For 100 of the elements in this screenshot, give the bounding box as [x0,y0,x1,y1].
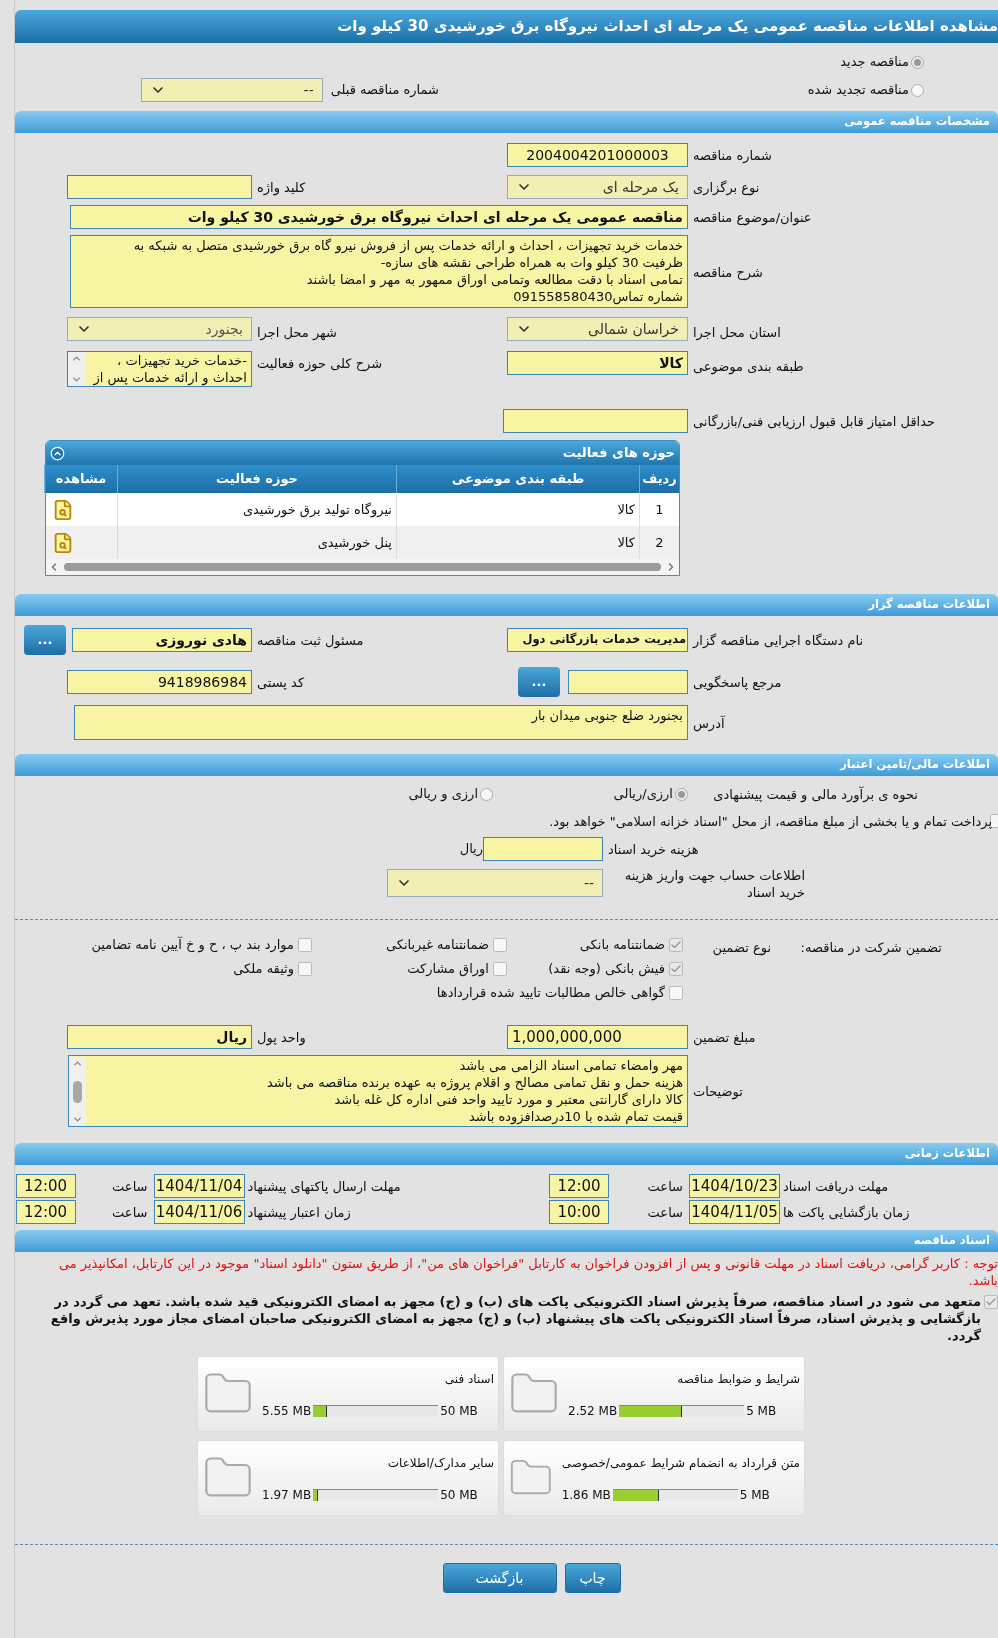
view-icon[interactable] [52,531,74,554]
date-field[interactable]: 1404/11/05 [689,1200,780,1224]
radio-button[interactable] [911,55,924,69]
file-limit: 5 MB [739,1487,770,1504]
field-label: مناقصه تجدید شده [807,81,909,100]
scroll-up-icon[interactable] [72,1058,83,1069]
scroll-thumb[interactable] [73,1080,82,1103]
field-label: ریال [459,840,483,859]
field-label: زمان اعتبار پیشنهاد [247,1205,351,1220]
checkbox[interactable] [984,1295,998,1309]
file-size: 2.52 MB [568,1403,618,1420]
section-header: اطلاعات مناقصه گزار [15,594,998,616]
field-label: فیش بانکی (وجه نقد) [548,959,665,979]
file-size: 1.86 MB [561,1487,611,1504]
account-dropdown[interactable]: -- [387,869,603,897]
description-field[interactable]: خدمات خرید تجهیزات ، احداث و ارائه خدمات پس از فروش نیرو گاه برق خورشیدی متصل به شبکه به ظرفیت 30 کیلو وات به همراه طراحی نقشه های سازه- تمامی اسناد با دقت مطالعه وتمامی اوراق ممهور به مهر و امضا باشند شماره تماس091558580430 [70,235,688,308]
checkbox[interactable] [298,961,312,976]
field-label: اوراق مشارکت [407,959,489,979]
category-field[interactable]: کالا [507,351,688,375]
scroll-down-icon[interactable] [72,1114,83,1125]
previous-tender-dropdown[interactable]: -- [140,78,323,102]
scroll-down-icon[interactable] [71,374,82,385]
activity-summary-field[interactable]: -خدمات خرید تجهیزات ، احداث و ارائه خدمات پس از [67,351,252,387]
field-label: اطلاعات حساب جهت واریز هزینه خرید اسناد [623,867,805,901]
section-header: اطلاعات مالی/تامین اعتبار [15,754,998,776]
horizontal-scrollbar[interactable] [46,559,679,575]
back-button[interactable]: بازگشت [442,1563,557,1593]
more-button[interactable]: ... [24,625,66,655]
tender-number-field[interactable]: 2004004201000003 [507,143,688,167]
more-button[interactable]: ... [518,667,560,697]
field-label: تضمین شرکت در مناقصه: [800,940,942,955]
notes-field[interactable]: مهر وامضاء تمامی اسناد الزامی می باشد هزینه حمل و نقل تمامی مصالح و اقلام پروژه به عهده برنده مناقصه می باشد کالا دارای گارانتی معتبر و مورد تایید واحد فنی اداره کل غله باشد قیمت تمام شده با 10درصدافزوده باشد [68,1055,688,1127]
document-fee-field[interactable] [483,837,603,861]
field-label: شرح مناقصه [693,264,763,280]
date-field[interactable]: 1404/10/23 [689,1174,780,1198]
scroll-up-icon[interactable] [71,353,82,364]
collapse-icon[interactable] [50,445,65,461]
field-label: طبقه بندی موضوعی [693,359,804,374]
print-button[interactable]: چاپ [564,1563,621,1593]
treasury-option-label: پرداخت تمام و یا بخشی از مبلغ مناقصه، از محل "اسناد خزانه اسلامی" خواهد بود. [549,813,992,831]
field-label: عنوان/موضوع مناقصه [693,210,812,225]
field-label: ساعت [647,1205,683,1220]
field-label: شماره مناقصه [693,148,772,163]
radio-button[interactable] [480,787,493,801]
file-limit: 5 MB [746,1403,777,1420]
file-name: متن قرارداد به انضمام شرایط عمومی/خصوصی [561,1455,800,1472]
holding-type-dropdown[interactable]: یک مرحله ای [507,175,688,199]
time-field[interactable]: 12:00 [15,1174,76,1198]
field-label: موارد بند پ ، ح و خ آیین نامه تضامین [91,935,294,955]
reference-field[interactable] [568,670,688,694]
field-label: ساعت [647,1179,683,1194]
postal-code-field[interactable]: 9418986984 [67,670,252,694]
agency-field[interactable]: مدیریت خدمات بازرگانی دول [507,628,688,652]
date-field[interactable]: 1404/11/06 [153,1200,245,1224]
checkbox[interactable] [669,961,683,976]
checkbox[interactable] [669,937,683,952]
field-label: آدرس [693,715,725,731]
field-label: واحد پول [257,1030,306,1045]
radio-button[interactable] [911,83,924,97]
checkbox[interactable] [298,937,312,952]
scrollbar[interactable] [69,1057,86,1126]
keyword-field[interactable] [67,175,252,199]
field-label: گواهی خالص مطالبات تایید شده قراردادها [436,983,665,1003]
city-dropdown[interactable]: بجنورد [67,317,252,341]
field-label: ضمانتنامه غیربانکی [385,935,489,954]
field-label: استان محل اجرا [693,325,781,340]
address-field[interactable]: بجنورد ضلع جنوبی میدان بار [74,705,688,740]
registrar-field[interactable]: هادی نوروزی [72,628,252,652]
min-score-field[interactable] [503,409,688,433]
file-size: 5.55 MB [262,1403,312,1420]
checkbox[interactable] [493,937,507,952]
radio-button[interactable] [675,787,688,801]
file-size: 1.97 MB [262,1487,312,1504]
checkbox[interactable] [669,985,683,1000]
time-field[interactable]: 10:00 [549,1200,609,1224]
currency-field[interactable]: ریال [67,1025,252,1049]
page-title: مشاهده اطلاعات مناقصه عمومی یک مرحله ای احداث نیروگاه برق خورشیدی 30 کیلو وات [15,10,998,43]
province-dropdown[interactable]: خراسان شمالی [507,317,688,341]
field-label: مبلغ تضمین [693,1030,756,1045]
section-header: اطلاعات زمانی [15,1143,998,1165]
field-label: کد پستی [257,675,305,690]
subject-field[interactable]: مناقصه عمومی یک مرحله ای احداث نیروگاه برق خورشیدی 30 کیلو وات [70,205,688,229]
field-label: ساعت [112,1205,148,1220]
field-label: ارزی و ریالی [408,785,478,804]
view-icon[interactable] [52,498,74,521]
field-label: شرح کلی حوزه فعالیت [257,356,383,371]
time-field[interactable]: 12:00 [15,1200,76,1224]
field-label: نحوه ی برآورد مالی و قیمت پیشنهادی [713,787,918,802]
date-field[interactable]: 1404/11/04 [153,1174,245,1198]
file-limit: 50 MB [440,1487,478,1504]
time-field[interactable]: 12:00 [549,1174,609,1198]
section-header: اسناد مناقصه [15,1230,998,1252]
field-label: مسئول ثبت مناقصه [257,633,364,648]
field-label: نام دستگاه اجرایی مناقصه گزار [693,633,864,648]
scrollbar[interactable] [68,352,85,386]
checkbox[interactable] [493,961,507,976]
field-label: حداقل امتیاز قابل قبول ارزیابی فنی/بازرگانی [693,414,936,429]
guarantee-amount-field[interactable]: 1,000,000,000 [507,1025,688,1049]
field-label: ضمانتنامه بانکی [579,935,665,954]
field-label: مهلت ارسال پاکتهای پیشنهاد [247,1179,401,1194]
